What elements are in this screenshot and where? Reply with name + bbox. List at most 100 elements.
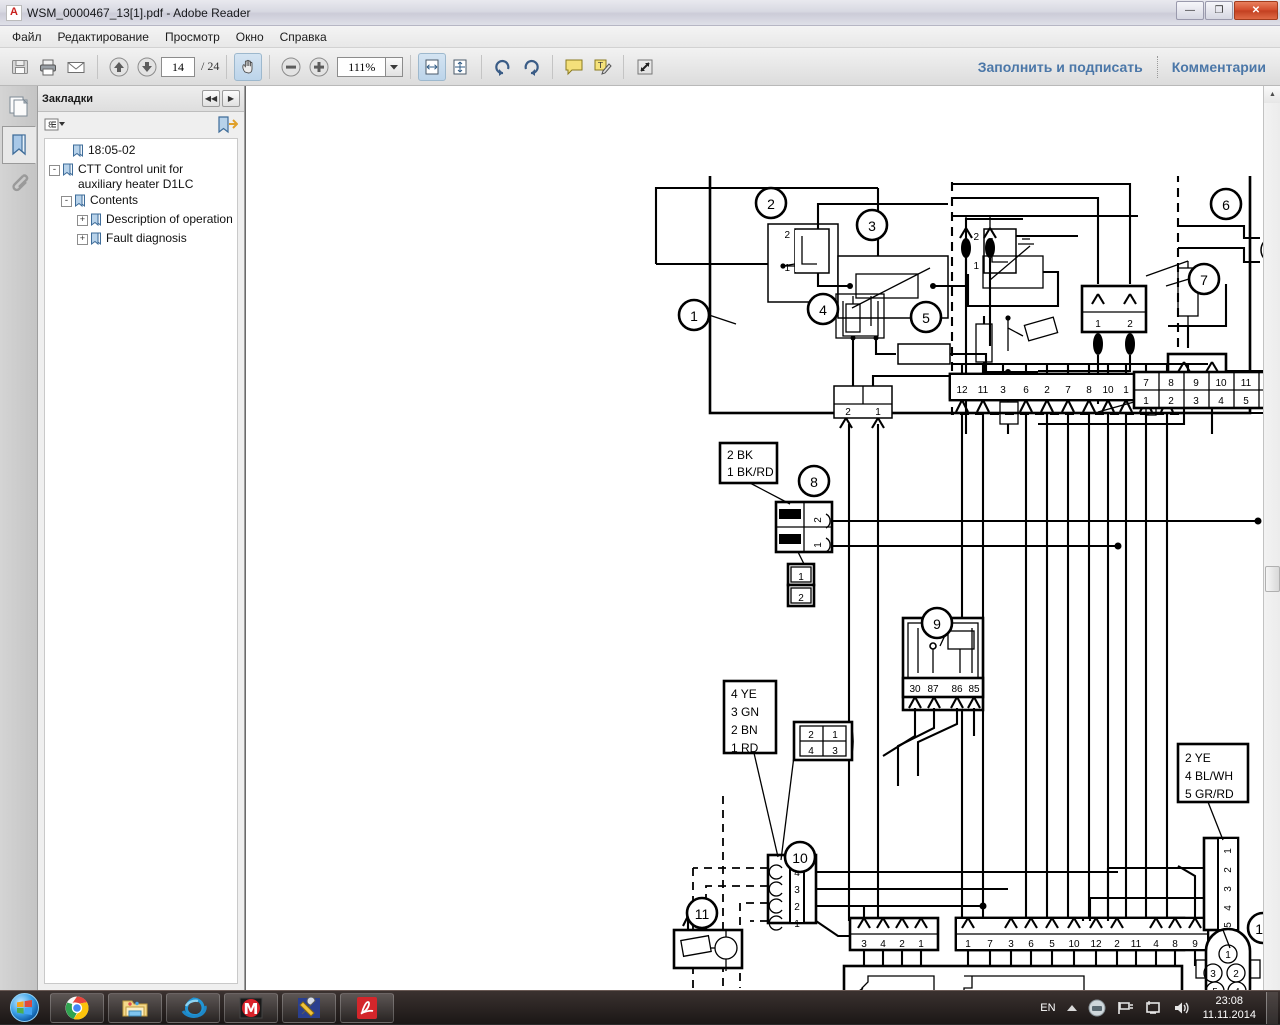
menu-bar: Файл Редактирование Просмотр Окно Справк… — [0, 26, 1280, 48]
toolbar-separator — [97, 55, 98, 79]
list-item[interactable]: + Description of operation — [47, 212, 235, 230]
pdf-page[interactable]: .ln { stroke:#000; stroke-width:2.1; fil… — [245, 86, 1263, 990]
svg-text:4 YE: 4 YE — [731, 687, 757, 701]
svg-text:5: 5 — [1049, 939, 1055, 950]
clock[interactable]: 23:08 11.11.2014 — [1195, 994, 1264, 1022]
zoom-level-input[interactable]: 111% — [337, 57, 385, 77]
bookmark-toggle[interactable]: - — [49, 165, 60, 176]
taskbar-media-app[interactable]: M — [224, 993, 278, 1023]
fit-page-icon[interactable] — [446, 53, 474, 81]
list-item[interactable]: - CTT Control unit for auxiliary heater … — [47, 162, 235, 192]
minus-icon[interactable] — [277, 53, 305, 81]
taskbar-adobe-reader[interactable] — [340, 993, 394, 1023]
list-item[interactable]: 18:05-02 — [47, 143, 235, 161]
svg-text:2: 2 — [767, 196, 775, 212]
svg-text:10: 10 — [1102, 385, 1114, 396]
bookmark-label: CTT Control unit for auxiliary heater D1… — [78, 162, 228, 192]
vertical-scrollbar[interactable]: ▲ — [1263, 86, 1280, 990]
clock-date: 11.11.2014 — [1203, 1008, 1256, 1022]
monitor-icon[interactable] — [1144, 1000, 1162, 1016]
svg-text:1: 1 — [1225, 950, 1231, 961]
svg-text:9: 9 — [1193, 378, 1199, 389]
bookmarks-panel-header: Закладки ◀◀ ▶ — [38, 86, 244, 112]
chevron-down-icon[interactable] — [385, 57, 403, 77]
menu-view[interactable]: Просмотр — [157, 28, 228, 46]
callout-8: 8 — [799, 466, 829, 496]
svg-text:9: 9 — [933, 616, 941, 632]
label-8-wires: 2 BK 1 BK/RD — [720, 443, 790, 504]
bookmarks-tree[interactable]: 18:05-02 - CTT Control unit for auxiliar… — [44, 138, 238, 984]
minimize-button[interactable]: — — [1176, 1, 1204, 20]
save-icon[interactable] — [6, 53, 34, 81]
pdf-icon: A — [6, 5, 22, 21]
start-button[interactable] — [2, 992, 46, 1024]
menu-file[interactable]: Файл — [4, 28, 50, 46]
svg-text:10: 10 — [792, 850, 808, 866]
expand-right-icon[interactable]: ▶ — [222, 90, 240, 107]
nav-pages[interactable] — [2, 88, 36, 126]
network-flag-icon[interactable] — [1116, 1000, 1134, 1016]
taskbar-tools-app[interactable] — [282, 993, 336, 1023]
page-number-input[interactable]: 14 — [161, 57, 195, 77]
toolbar-separator — [623, 55, 624, 79]
speaker-icon[interactable] — [1172, 1000, 1190, 1016]
language-indicator[interactable]: EN — [1040, 1002, 1055, 1014]
label-10-wires: 4 YE 3 GN 2 BN 1 RD — [724, 681, 778, 857]
show-desktop-button[interactable] — [1266, 992, 1278, 1024]
svg-text:1: 1 — [965, 939, 971, 950]
speech-bubble-icon[interactable] — [560, 53, 588, 81]
bookmark-toggle[interactable]: + — [77, 215, 88, 226]
bookmark-toggle[interactable] — [59, 146, 70, 157]
close-button[interactable]: ✕ — [1234, 1, 1278, 20]
scroll-up-arrow[interactable]: ▲ — [1264, 86, 1280, 103]
taskbar-chrome[interactable] — [50, 993, 104, 1023]
taskbar-explorer[interactable] — [108, 993, 162, 1023]
chevron-up-icon[interactable] — [1066, 1003, 1078, 1013]
fill-and-sign-button[interactable]: Заполнить и подписать — [964, 59, 1157, 75]
menu-edit[interactable]: Редактирование — [50, 28, 157, 46]
clock-time: 23:08 — [1203, 994, 1256, 1008]
nav-bookmarks[interactable] — [2, 126, 36, 164]
menu-help[interactable]: Справка — [272, 28, 335, 46]
svg-text:M: M — [244, 1000, 259, 1018]
comments-button[interactable]: Комментарии — [1158, 59, 1280, 75]
svg-text:12: 12 — [1090, 939, 1102, 950]
restore-button[interactable]: ❐ — [1205, 1, 1233, 20]
rotate-clockwise-icon[interactable] — [517, 53, 545, 81]
svg-text:12: 12 — [956, 385, 968, 396]
email-icon[interactable] — [62, 53, 90, 81]
plus-icon[interactable] — [305, 53, 333, 81]
scrollbar-thumb[interactable] — [1265, 566, 1280, 592]
arrow-up-icon[interactable] — [105, 53, 133, 81]
bookmark-toggle[interactable]: + — [77, 234, 88, 245]
rotate-counterclockwise-icon[interactable] — [489, 53, 517, 81]
fit-width-icon[interactable] — [418, 53, 446, 81]
arrow-down-icon[interactable] — [133, 53, 161, 81]
hand-icon[interactable] — [234, 53, 262, 81]
menu-window[interactable]: Окно — [228, 28, 272, 46]
taskbar-internet-explorer[interactable] — [166, 993, 220, 1023]
collapse-left-icon[interactable]: ◀◀ — [202, 90, 220, 107]
options-menu-icon[interactable]: 8 — [44, 117, 66, 133]
svg-text:5 GR/RD: 5 GR/RD — [1185, 787, 1234, 801]
list-item[interactable]: - Contents — [47, 193, 235, 211]
expand-arrows-icon[interactable] — [631, 53, 659, 81]
bookmarks-panel: Закладки ◀◀ ▶ 8 — [38, 86, 245, 990]
svg-text:1: 1 — [794, 919, 800, 930]
svg-text:1: 1 — [813, 542, 824, 548]
callout-4: 4 — [808, 294, 838, 324]
text-highlight-icon[interactable]: T — [588, 53, 616, 81]
svg-text:5: 5 — [1243, 396, 1249, 407]
print-icon[interactable] — [34, 53, 62, 81]
bookmark-icon — [90, 232, 103, 249]
nav-attachments[interactable] — [2, 164, 36, 202]
new-bookmark-icon[interactable] — [216, 115, 238, 135]
bookmark-label: Fault diagnosis — [106, 231, 187, 246]
list-item[interactable]: + Fault diagnosis — [47, 231, 235, 249]
bookmark-toggle[interactable]: - — [61, 196, 72, 207]
svg-text:2: 2 — [1168, 396, 1174, 407]
svg-text:2: 2 — [794, 902, 800, 913]
svg-text:11: 11 — [1131, 939, 1142, 950]
action-center-icon[interactable] — [1088, 999, 1106, 1017]
taskbar: M EN — [0, 990, 1280, 1024]
